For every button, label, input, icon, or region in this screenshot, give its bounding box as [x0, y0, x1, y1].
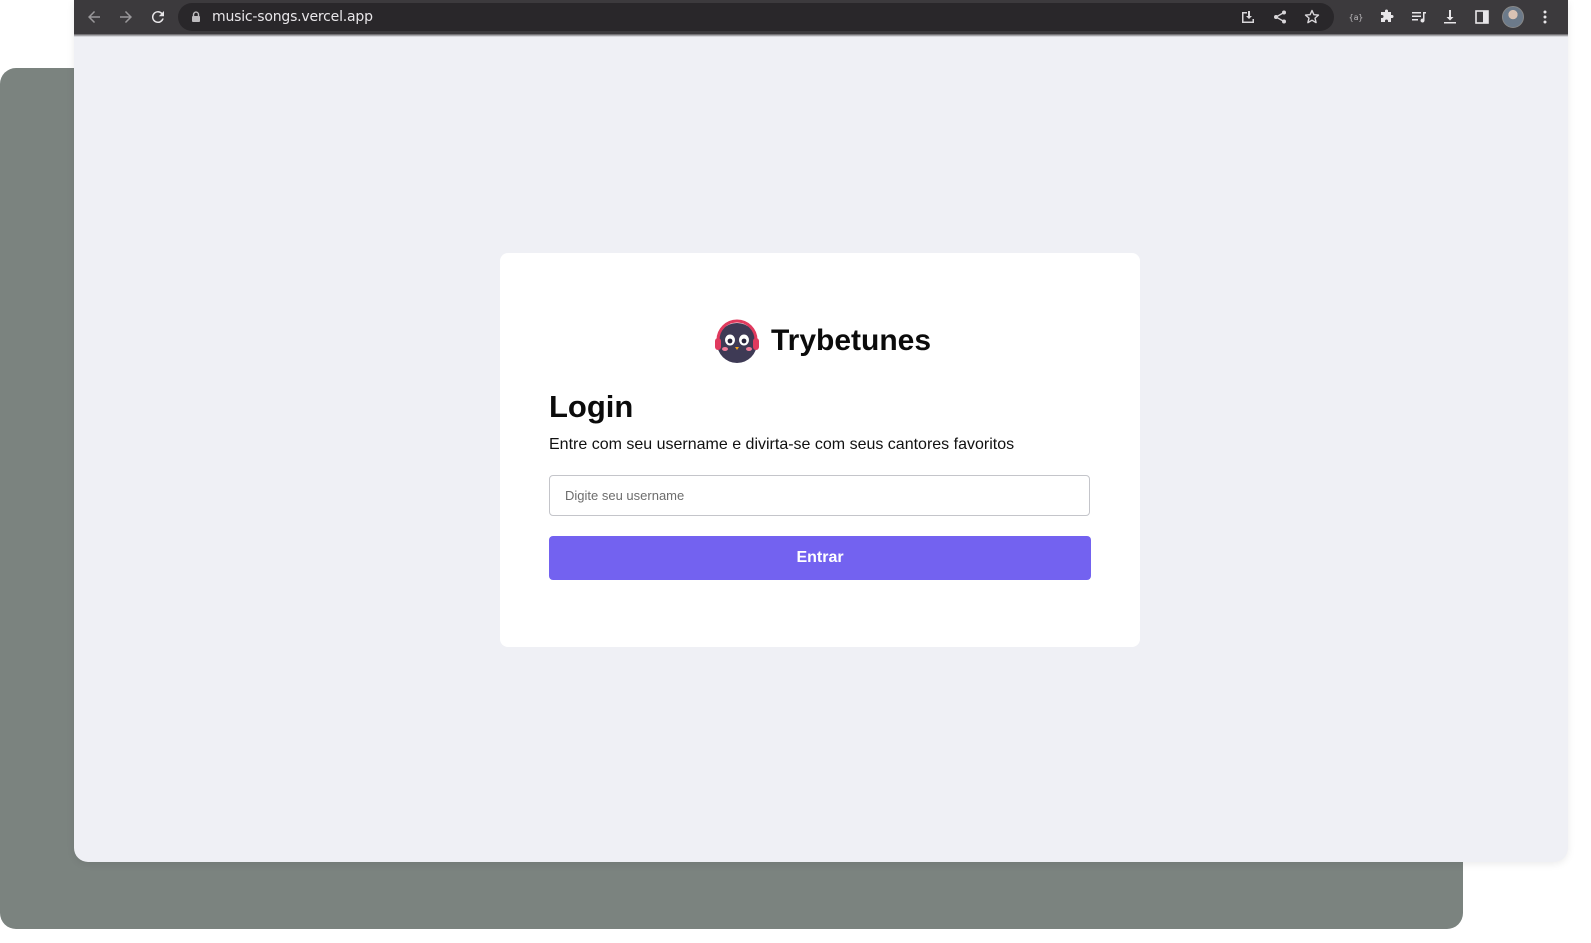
- reload-icon: [151, 11, 164, 24]
- login-subtitle: Entre com seu username e divirta-se com …: [549, 436, 1015, 453]
- arrow-left-icon: [88, 11, 100, 23]
- toolbar-divider: [74, 34, 1568, 37]
- browser-window: music-songs.vercel.app {a} Trybetunes Lo…: [74, 0, 1568, 862]
- extensions-puzzle-icon: [1381, 9, 1394, 22]
- share-icon: [1274, 10, 1286, 24]
- address-bar[interactable]: music-songs.vercel.app: [178, 3, 1334, 31]
- login-title: Login: [549, 389, 634, 424]
- browser-toolbar: music-songs.vercel.app {a}: [74, 0, 1568, 34]
- install-app-icon: [1242, 11, 1254, 23]
- trybetunes-mascot-logo: [714, 319, 759, 363]
- bookmark-star-icon: [1304, 9, 1320, 24]
- brand-name: Trybetunes: [770, 324, 932, 357]
- omnibox-actions: [1232, 3, 1328, 31]
- downloads-icon: [1444, 10, 1457, 24]
- url-text[interactable]: music-songs.vercel.app: [212, 9, 373, 25]
- downloads-button[interactable]: [1435, 0, 1467, 34]
- forward-button[interactable]: [110, 1, 142, 33]
- reading-list-button[interactable]: [1403, 0, 1435, 34]
- back-button[interactable]: [78, 1, 110, 33]
- svg-text:{a}: {a}: [1349, 13, 1363, 22]
- side-panel-button[interactable]: [1466, 0, 1498, 34]
- toolbar-actions: {a}: [1340, 0, 1561, 34]
- arrow-right-icon: [120, 11, 132, 23]
- brand-header: Trybetunes: [500, 319, 1140, 363]
- login-card: Trybetunes Login Entre com seu username …: [500, 253, 1140, 647]
- reading-list-icon: [1411, 12, 1426, 23]
- share-button[interactable]: [1264, 3, 1296, 31]
- extension-button[interactable]: {a}: [1340, 0, 1372, 34]
- reload-button[interactable]: [142, 1, 174, 33]
- install-app-button[interactable]: [1232, 3, 1264, 31]
- username-input[interactable]: [549, 475, 1090, 516]
- profile-button[interactable]: [1498, 0, 1530, 34]
- side-panel-icon: [1474, 10, 1489, 24]
- profile-avatar: [1502, 6, 1525, 28]
- extension-code-icon: {a}: [1349, 13, 1363, 22]
- lock-icon: [190, 11, 202, 23]
- login-button[interactable]: Entrar: [549, 536, 1091, 580]
- bookmark-button[interactable]: [1296, 3, 1328, 31]
- extensions-button[interactable]: [1372, 0, 1404, 34]
- menu-kebab-icon: [1543, 10, 1547, 24]
- menu-button[interactable]: [1529, 0, 1561, 34]
